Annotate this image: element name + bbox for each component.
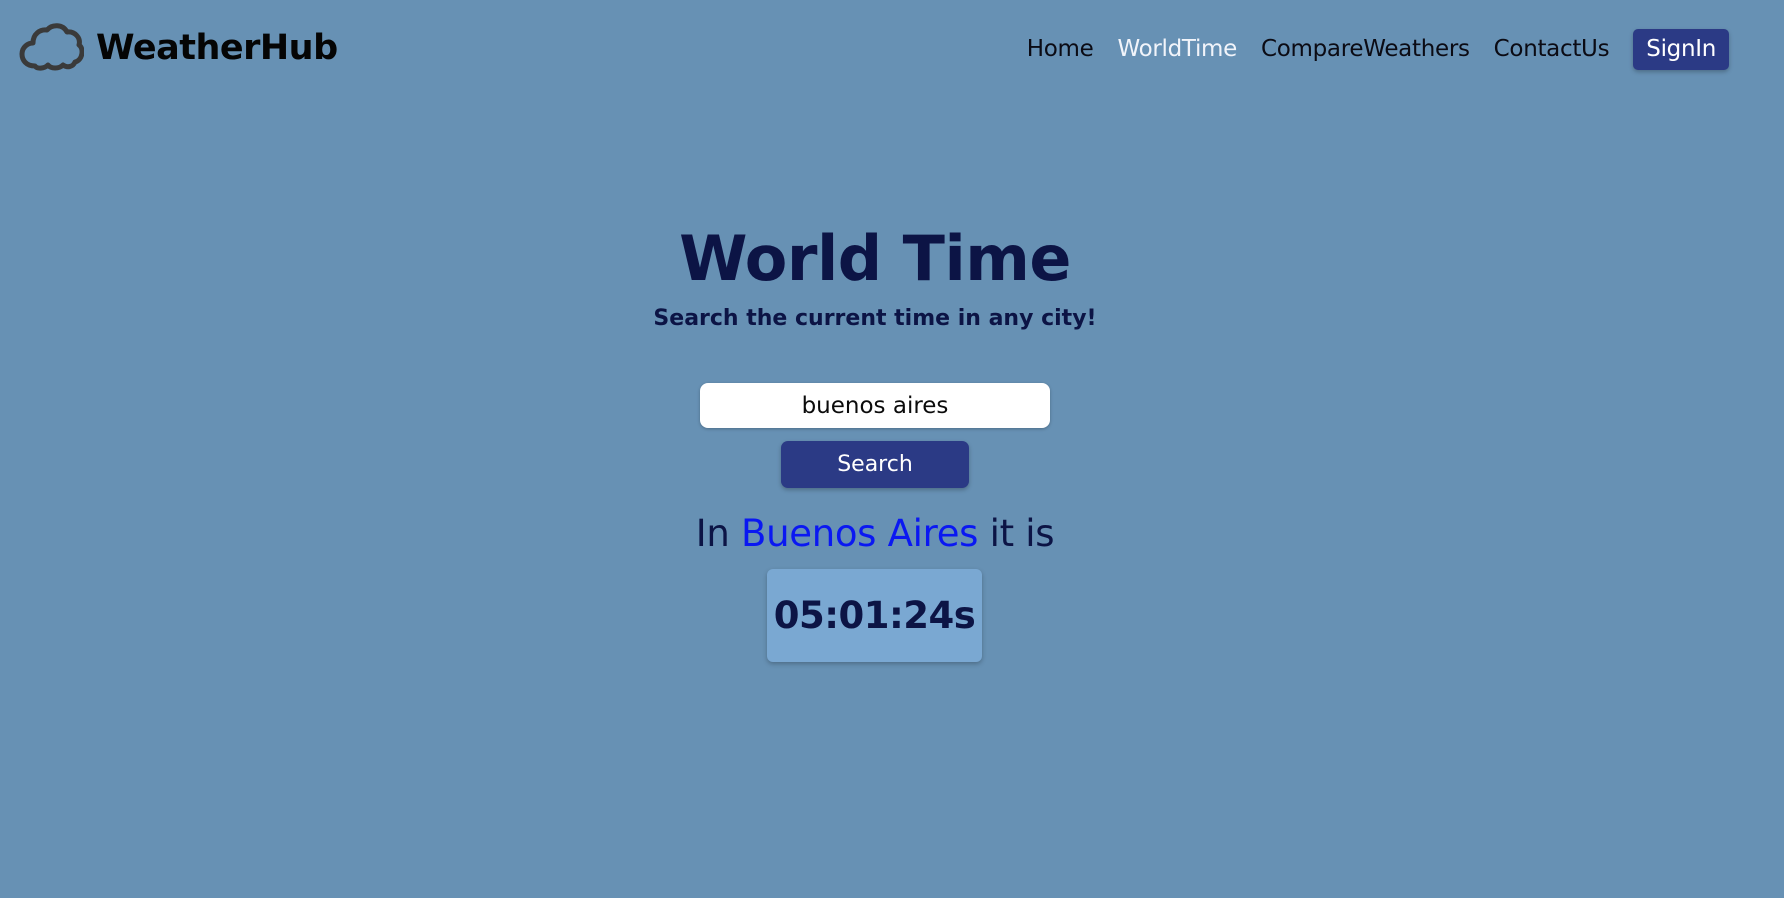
result-suffix: it is [989, 512, 1055, 555]
time-display: 05:01:24s [767, 569, 982, 662]
result-prefix: In [695, 512, 730, 555]
nav-links: Home WorldTime CompareWeathers ContactUs… [1027, 28, 1729, 70]
navbar: WeatherHub Home WorldTime CompareWeather… [0, 0, 1784, 98]
time-value: 05:01:24s [773, 594, 976, 637]
result-line: In Buenos Aires it is [0, 512, 1750, 555]
page-subtitle: Search the current time in any city! [653, 306, 1097, 331]
cloud-icon [19, 23, 84, 71]
result-city: Buenos Aires [741, 512, 979, 555]
signin-button[interactable]: SignIn [1633, 28, 1729, 70]
search-button[interactable]: Search [781, 441, 969, 488]
nav-link-home[interactable]: Home [1027, 36, 1094, 62]
nav-link-worldtime[interactable]: WorldTime [1118, 36, 1238, 62]
brand-name: WeatherHub [96, 28, 338, 68]
page-title: World Time [679, 222, 1071, 295]
nav-link-compareweathers[interactable]: CompareWeathers [1261, 36, 1470, 62]
city-search-input[interactable] [700, 383, 1050, 428]
nav-link-contactus[interactable]: ContactUs [1494, 36, 1610, 62]
brand[interactable]: WeatherHub [19, 22, 338, 74]
